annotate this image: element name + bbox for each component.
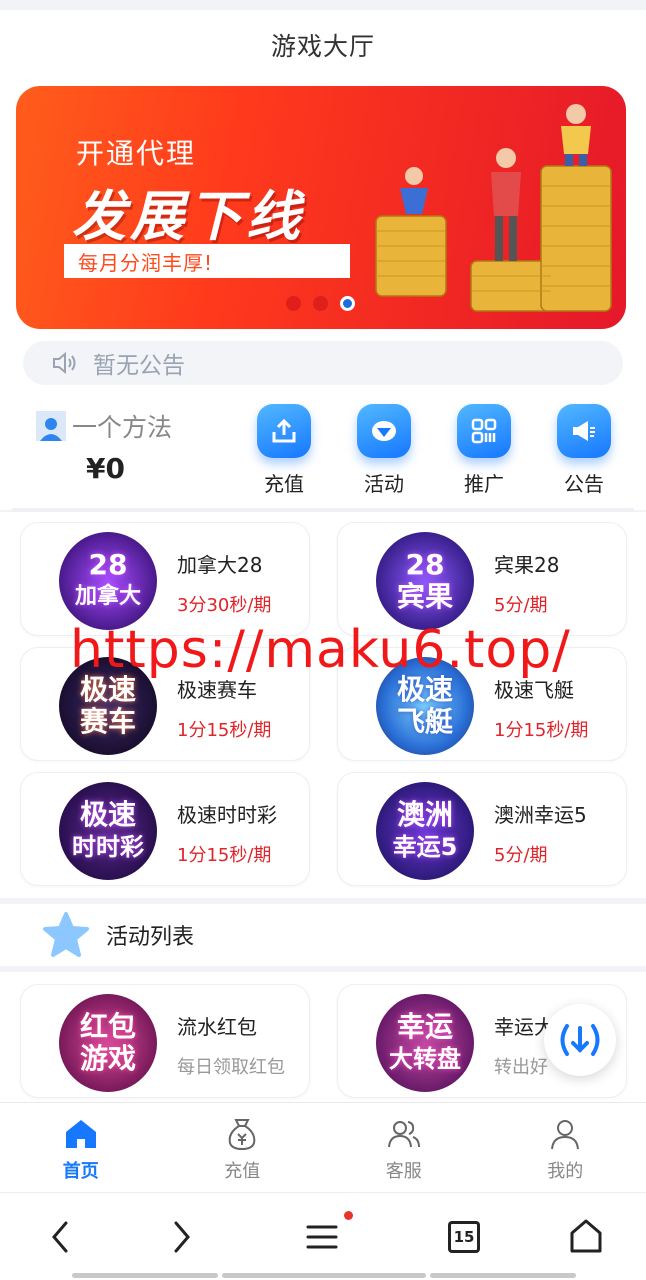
activity-desc: 每日领取红包 [177,1057,285,1078]
game-name: 极速时时彩 [177,803,277,827]
recharge-action[interactable]: 充值 [234,404,334,497]
game-name: 宾果28 [494,553,560,577]
banner-dot-active[interactable] [340,296,355,311]
game-card[interactable]: 澳洲 幸运5 澳洲幸运5 5分/期 [337,772,627,886]
recharge-action-label: 充值 [264,472,304,496]
game-logo-text: 幸运5 [392,833,458,861]
bottom-tab-bar: 首页 充值 客服 我的 [0,1102,646,1192]
game-card[interactable]: 28 宾果 宾果28 5分/期 [337,522,627,636]
promote-action[interactable]: 推广 [434,404,534,497]
back-icon[interactable] [46,1217,74,1257]
banner-dot[interactable] [286,296,301,311]
banner-pagination[interactable] [286,296,355,311]
coin-stacks-illustration [375,104,612,312]
home-icon [65,1120,96,1148]
tab-mine-label: 我的 [547,1161,584,1182]
diamond-icon [357,404,411,458]
game-period: 1分15秒/期 [177,845,272,866]
star-icon [43,912,89,957]
activity-logo-text: 游戏 [79,1042,136,1075]
activity-logo-text: 红包 [79,1010,136,1043]
browser-toolbar: 15 [0,1192,646,1280]
activity-list-header: 活动列表 [0,904,646,966]
download-icon [560,1024,600,1056]
promote-action-label: 推广 [464,472,504,496]
user-icon [36,411,66,441]
game-logo: 澳洲 幸运5 [376,782,474,880]
tab-home[interactable]: 首页 [0,1103,162,1192]
game-logo-text: 极速 [79,798,136,831]
announcement-bar[interactable]: 暂无公告 [23,341,623,385]
download-float-button[interactable] [544,1004,616,1076]
page-title: 游戏大厅 [0,10,646,80]
menu-icon[interactable] [304,1217,340,1257]
activity-action[interactable]: 活动 [334,404,434,497]
menu-notification-dot [344,1211,353,1220]
username: 一个方法 [72,413,173,442]
gesture-bar [222,1273,426,1278]
balance-value: ¥0 [86,452,125,485]
announcement-text: 暂无公告 [93,353,185,379]
status-strip [0,0,646,10]
gesture-bar [430,1273,576,1278]
game-logo-text: 澳洲 [396,798,453,831]
banner-dot[interactable] [313,296,328,311]
forward-icon[interactable] [168,1217,196,1257]
game-logo-text: 28 [405,548,445,581]
notice-action-label: 公告 [564,472,604,496]
game-card[interactable]: 极速 时时彩 极速时时彩 1分15秒/期 [20,772,310,886]
money-bag-icon [228,1119,256,1151]
upload-icon [257,404,311,458]
tab-support[interactable]: 客服 [323,1103,485,1192]
game-logo: 28 宾果 [376,532,474,630]
game-logo: 28 加拿大 [59,532,157,630]
promo-banner[interactable]: 开通代理 发展下线 每月分润丰厚! [16,86,626,329]
megaphone-icon [557,404,611,458]
game-period: 1分15秒/期 [494,720,589,741]
game-card[interactable]: 28 加拿大 加拿大28 3分30秒/期 [20,522,310,636]
tab-recharge-label: 充值 [224,1161,261,1182]
game-logo-text: 飞艇 [396,705,453,738]
tab-support-label: 客服 [385,1161,422,1182]
game-name: 澳洲幸运5 [494,803,587,827]
game-logo-text: 赛车 [79,705,136,738]
user-profile-icon [551,1120,580,1150]
tab-recharge[interactable]: 充值 [162,1103,324,1192]
tab-count-button[interactable]: 15 [448,1221,480,1253]
activity-desc: 转出好 [494,1057,548,1078]
game-logo-text: 28 [88,548,128,581]
game-period: 5分/期 [494,845,548,866]
activity-action-label: 活动 [364,472,404,496]
game-logo: 极速 时时彩 [59,782,157,880]
game-period: 3分30秒/期 [177,595,272,616]
activity-card[interactable]: 红包 游戏 流水红包 每日领取红包 [20,984,310,1098]
game-logo-text: 加拿大 [74,584,141,609]
activity-logo: 幸运 大转盘 [376,994,474,1092]
qrcode-icon [457,404,511,458]
gesture-bar [72,1273,218,1278]
game-name: 加拿大28 [177,553,263,577]
browser-home-icon[interactable] [568,1217,604,1257]
activity-logo-text: 幸运 [396,1010,453,1043]
activity-list-title: 活动列表 [106,925,195,950]
tab-mine[interactable]: 我的 [485,1103,646,1192]
banner-tagline: 每月分润丰厚! [64,244,350,278]
url-watermark: https://maku6.top/ [70,620,571,680]
banner-headline: 发展下线 [72,185,304,248]
game-logo-text: 宾果 [396,580,453,613]
speaker-icon [53,351,76,375]
user-info: 一个方法 [36,408,172,444]
notice-action[interactable]: 公告 [534,404,634,497]
app-screen: 游戏大厅 开通代理 发展下线 每月分润丰厚! 暂无公告 一个方法 ¥0 充值 活… [0,0,646,1280]
tab-home-label: 首页 [62,1161,99,1182]
game-period: 1分15秒/期 [177,720,272,741]
game-period: 5分/期 [494,595,548,616]
activity-name: 流水红包 [177,1015,257,1039]
activity-logo: 红包 游戏 [59,994,157,1092]
users-icon [387,1121,420,1148]
game-logo-text: 时时彩 [72,833,144,861]
activity-logo-text: 大转盘 [389,1045,461,1073]
banner-subtitle: 开通代理 [76,137,197,170]
quick-actions: 充值 活动 推广 公告 [234,404,634,497]
